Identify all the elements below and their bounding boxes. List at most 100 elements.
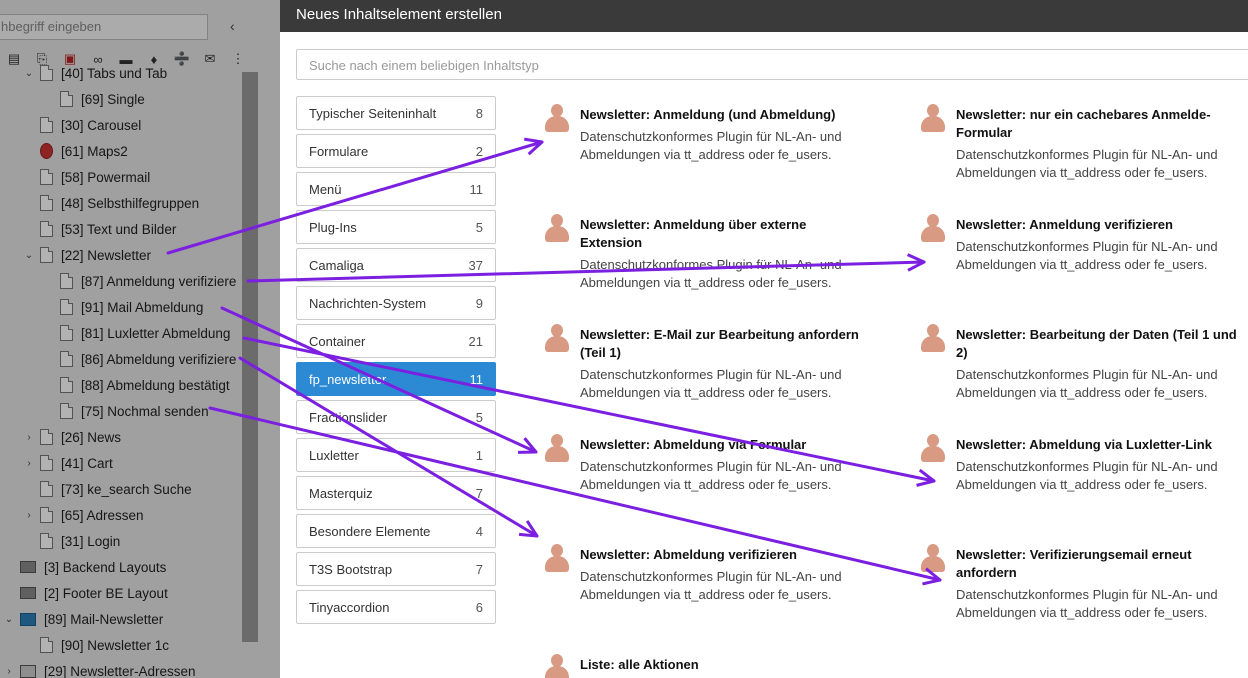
tree-item-label[interactable]: [48] Selbsthilfegruppen — [61, 196, 199, 211]
hidden-page-icon[interactable] — [40, 143, 53, 159]
tree-item[interactable]: [31] Login — [22, 528, 120, 554]
tree-item-label[interactable]: [75] Nochmal senden — [81, 404, 209, 419]
page-icon[interactable] — [60, 91, 73, 107]
tree-item[interactable]: [53] Text und Bilder — [22, 216, 176, 242]
tab-typischer-seiteninhalt[interactable]: Typischer Seiteninhalt 8 — [296, 96, 496, 130]
tree-item-label[interactable]: [58] Powermail — [61, 170, 150, 185]
content-element-item[interactable]: Newsletter: Abmeldung via Luxletter-Link… — [920, 434, 1248, 494]
tab-men-[interactable]: Menü 11 — [296, 172, 496, 206]
page-icon[interactable] — [40, 247, 53, 263]
tree-item[interactable]: › [29] Newsletter-Adressen — [2, 658, 196, 678]
content-element-item[interactable]: Newsletter: Anmeldung über externe Exten… — [544, 214, 874, 292]
tree-item-label[interactable]: [88] Abmeldung bestätigt — [81, 378, 230, 393]
content-element-title[interactable]: Newsletter: Anmeldung verifizieren — [956, 216, 1246, 234]
content-element-title[interactable]: Newsletter: Abmeldung via Formular — [580, 436, 870, 454]
tree-item-label[interactable]: [65] Adressen — [61, 508, 144, 523]
tree-item[interactable]: [58] Powermail — [22, 164, 150, 190]
tree-item[interactable]: [91] Mail Abmeldung — [42, 294, 203, 320]
page-icon[interactable] — [60, 403, 73, 419]
tab-formulare[interactable]: Formulare 2 — [296, 134, 496, 168]
page-icon[interactable] — [40, 533, 53, 549]
tab-t3s-bootstrap[interactable]: T3S Bootstrap 7 — [296, 552, 496, 586]
tab-plug-ins[interactable]: Plug-Ins 5 — [296, 210, 496, 244]
more-icon[interactable]: ⋮ — [224, 48, 252, 70]
tab-tinyaccordion[interactable]: Tinyaccordion 6 — [296, 590, 496, 624]
content-element-title[interactable]: Newsletter: E-Mail zur Bearbeitung anfor… — [580, 326, 870, 362]
content-element-item[interactable]: Newsletter: Bearbeitung der Daten (Teil … — [920, 324, 1248, 402]
content-element-item[interactable]: Newsletter: Anmeldung (und Abmeldung) Dat… — [544, 104, 874, 164]
tree-item[interactable]: [48] Selbsthilfegruppen — [22, 190, 199, 216]
tree-item-label[interactable]: [73] ke_search Suche — [61, 482, 192, 497]
content-element-item[interactable]: Liste: alle AktionenDatenschutzkonformes… — [544, 654, 874, 678]
page-icon[interactable] — [60, 325, 73, 341]
page-icon[interactable] — [40, 455, 53, 471]
address-folder-icon[interactable] — [20, 664, 36, 678]
tree-search-input[interactable]: hbegriff eingeben — [0, 14, 208, 40]
expand-toggle-icon[interactable]: ⌄ — [2, 614, 16, 625]
content-element-item[interactable]: Newsletter: Anmeldung verifizieren Datens… — [920, 214, 1248, 274]
content-element-title[interactable]: Newsletter: Bearbeitung der Daten (Teil … — [956, 326, 1246, 362]
tree-item-label[interactable]: [90] Newsletter 1c — [61, 638, 169, 653]
content-element-title[interactable]: Liste: alle Aktionen — [580, 656, 870, 674]
content-element-title[interactable]: Newsletter: nur ein cachebares Anmelde-F… — [956, 106, 1246, 142]
mail-folder-icon[interactable] — [20, 612, 36, 626]
page-icon[interactable] — [40, 481, 53, 497]
tree-item[interactable]: ⌄ [40] Tabs und Tab — [22, 60, 167, 86]
folder-icon[interactable] — [20, 561, 36, 573]
tree-item[interactable]: [61] Maps2 — [22, 138, 128, 164]
collapse-tree-icon[interactable]: ‹ — [230, 18, 235, 34]
expand-toggle-icon[interactable]: › — [2, 666, 16, 677]
tree-item[interactable]: [69] Single — [42, 86, 145, 112]
tree-item-label[interactable]: [26] News — [61, 430, 121, 445]
page-icon[interactable] — [60, 273, 73, 289]
tree-item-label[interactable]: [30] Carousel — [61, 118, 141, 133]
tree-item[interactable]: [2] Footer BE Layout — [2, 580, 168, 606]
tree-item-label[interactable]: [87] Anmeldung verifiziere — [81, 274, 236, 289]
mail-icon[interactable]: ✉ — [196, 48, 224, 70]
page-icon[interactable] — [40, 65, 53, 81]
tree-item[interactable]: › [26] News — [22, 424, 121, 450]
tree-item[interactable]: [30] Carousel — [22, 112, 141, 138]
content-element-item[interactable]: Newsletter: Verifizierungsemail erneut a… — [920, 544, 1248, 622]
tree-item[interactable]: › [65] Adressen — [22, 502, 144, 528]
expand-toggle-icon[interactable]: ⌄ — [22, 68, 36, 79]
tree-scrollbar[interactable] — [242, 72, 258, 642]
tree-item[interactable]: [81] Luxletter Abmeldung — [42, 320, 230, 346]
tree-item[interactable]: [87] Anmeldung verifiziere — [42, 268, 236, 294]
content-element-item[interactable]: Newsletter: Abmeldung via Formular Datens… — [544, 434, 874, 494]
tree-item-label[interactable]: [91] Mail Abmeldung — [81, 300, 203, 315]
divider-icon[interactable]: ➗ — [168, 48, 196, 70]
page-icon[interactable] — [60, 351, 73, 367]
page-icon[interactable] — [40, 117, 53, 133]
content-element-title[interactable]: Newsletter: Abmeldung via Luxletter-Link — [956, 436, 1246, 454]
tree-item[interactable]: › [41] Cart — [22, 450, 113, 476]
tree-item-label[interactable]: [69] Single — [81, 92, 145, 107]
tab-camaliga[interactable]: Camaliga 37 — [296, 248, 496, 282]
tab-container[interactable]: Container 21 — [296, 324, 496, 358]
tree-item[interactable]: [88] Abmeldung bestätigt — [42, 372, 230, 398]
page-icon[interactable] — [60, 299, 73, 315]
tree-item-label[interactable]: [81] Luxletter Abmeldung — [81, 326, 230, 341]
content-type-search-input[interactable]: Suche nach einem beliebigen Inhaltstyp — [296, 49, 1248, 80]
page-icon[interactable] — [40, 637, 53, 653]
tree-item-label[interactable]: [89] Mail-Newsletter — [44, 612, 163, 627]
tree-item-label[interactable]: [31] Login — [61, 534, 120, 549]
tree-item[interactable]: [90] Newsletter 1c — [22, 632, 169, 658]
tab-nachrichten-system[interactable]: Nachrichten-System 9 — [296, 286, 496, 320]
tree-item[interactable]: [3] Backend Layouts — [2, 554, 166, 580]
tab-besondere-elemente[interactable]: Besondere Elemente 4 — [296, 514, 496, 548]
tree-item-label[interactable]: [29] Newsletter-Adressen — [44, 664, 196, 678]
content-element-title[interactable]: Newsletter: Anmeldung über externe Exten… — [580, 216, 870, 252]
tree-item-label[interactable]: [40] Tabs und Tab — [61, 66, 167, 81]
page-icon[interactable] — [40, 195, 53, 211]
tree-item-label[interactable]: [86] Abmeldung verifiziere — [81, 352, 236, 367]
tree-item-label[interactable]: [61] Maps2 — [61, 144, 128, 159]
page-icon[interactable] — [40, 507, 53, 523]
tree-item-label[interactable]: [2] Footer BE Layout — [44, 586, 168, 601]
tree-item-label[interactable]: [53] Text und Bilder — [61, 222, 176, 237]
expand-toggle-icon[interactable]: › — [22, 432, 36, 443]
content-element-title[interactable]: Newsletter: Anmeldung (und Abmeldung) — [580, 106, 870, 124]
tab-masterquiz[interactable]: Masterquiz 7 — [296, 476, 496, 510]
folder-icon[interactable] — [20, 587, 36, 599]
tab-luxletter[interactable]: Luxletter 1 — [296, 438, 496, 472]
